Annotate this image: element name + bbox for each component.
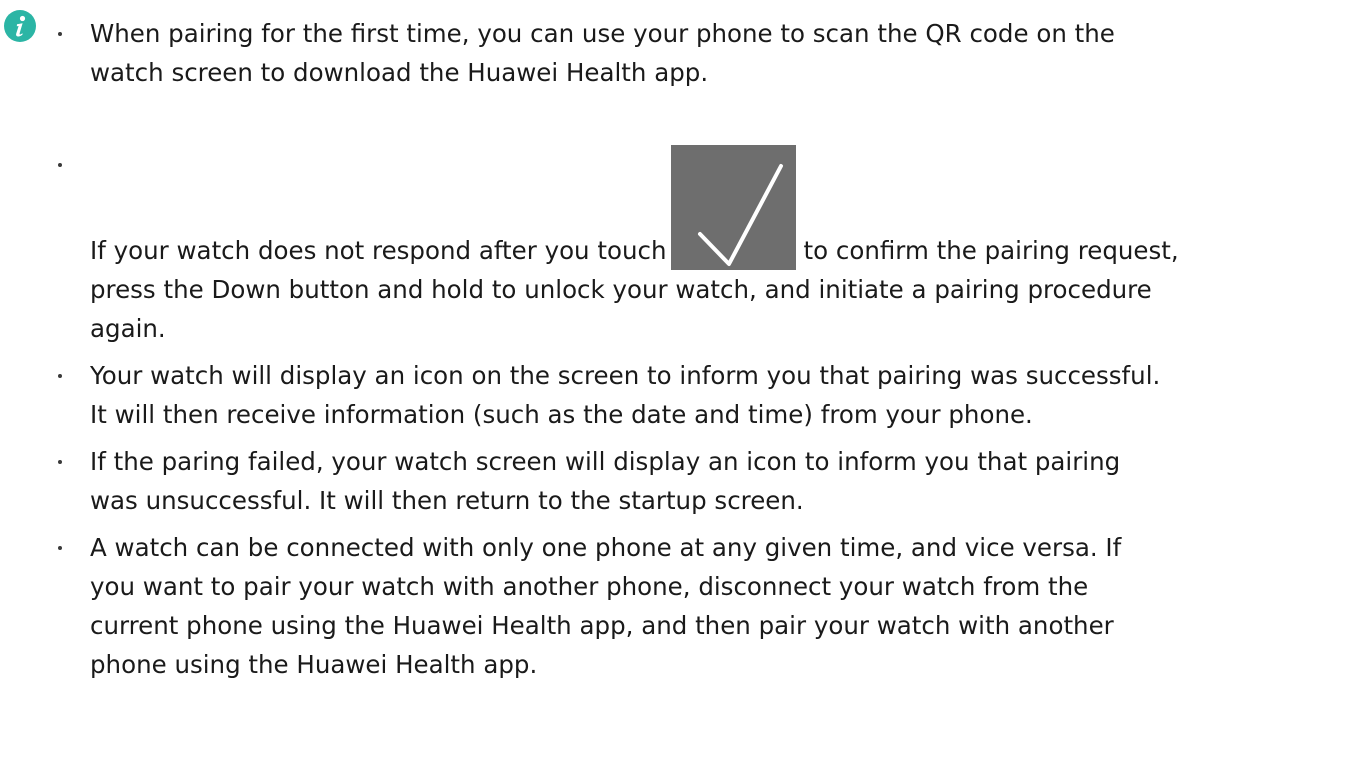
note-text-line: When pairing for the first time, you can…	[90, 19, 1115, 48]
bullet	[58, 163, 62, 167]
note-text-line: was unsuccessful. It will then return to…	[90, 486, 804, 515]
list-item: If the paring failed, your watch screen …	[52, 442, 1369, 520]
note-text-line: you want to pair your watch with another…	[90, 572, 1089, 601]
note-text-line: Your watch will display an icon on the s…	[90, 361, 1161, 390]
checkmark-icon	[670, 145, 796, 270]
bullet	[58, 546, 62, 550]
bullet	[58, 32, 62, 36]
list-item: A watch can be connected with only one p…	[52, 528, 1369, 684]
note-text-line: again.	[90, 314, 166, 343]
bullet	[58, 460, 62, 464]
note-text-line: A watch can be connected with only one p…	[90, 533, 1122, 562]
info-icon	[4, 10, 36, 42]
note-text-line: phone using the Huawei Health app.	[90, 650, 538, 679]
note-text-before-icon: If your watch does not respond after you…	[90, 236, 667, 265]
note-text-line: press the Down button and hold to unlock…	[90, 275, 1152, 304]
note-text-line: If your watch does not respond after you…	[90, 145, 1369, 270]
list-item: Your watch will display an icon on the s…	[52, 356, 1369, 434]
note-text-line: It will then receive information (such a…	[90, 400, 1033, 429]
bullet	[58, 374, 62, 378]
note-text-line: watch screen to download the Huawei Heal…	[90, 58, 709, 87]
list-item: If your watch does not respond after you…	[52, 145, 1369, 348]
note-text-line: If the paring failed, your watch screen …	[90, 447, 1121, 476]
note-list: When pairing for the first time, you can…	[52, 14, 1369, 684]
list-item: When pairing for the first time, you can…	[52, 14, 1369, 92]
note-text-line: current phone using the Huawei Health ap…	[90, 611, 1114, 640]
note-text-after-icon: to confirm the pairing request,	[803, 236, 1179, 265]
